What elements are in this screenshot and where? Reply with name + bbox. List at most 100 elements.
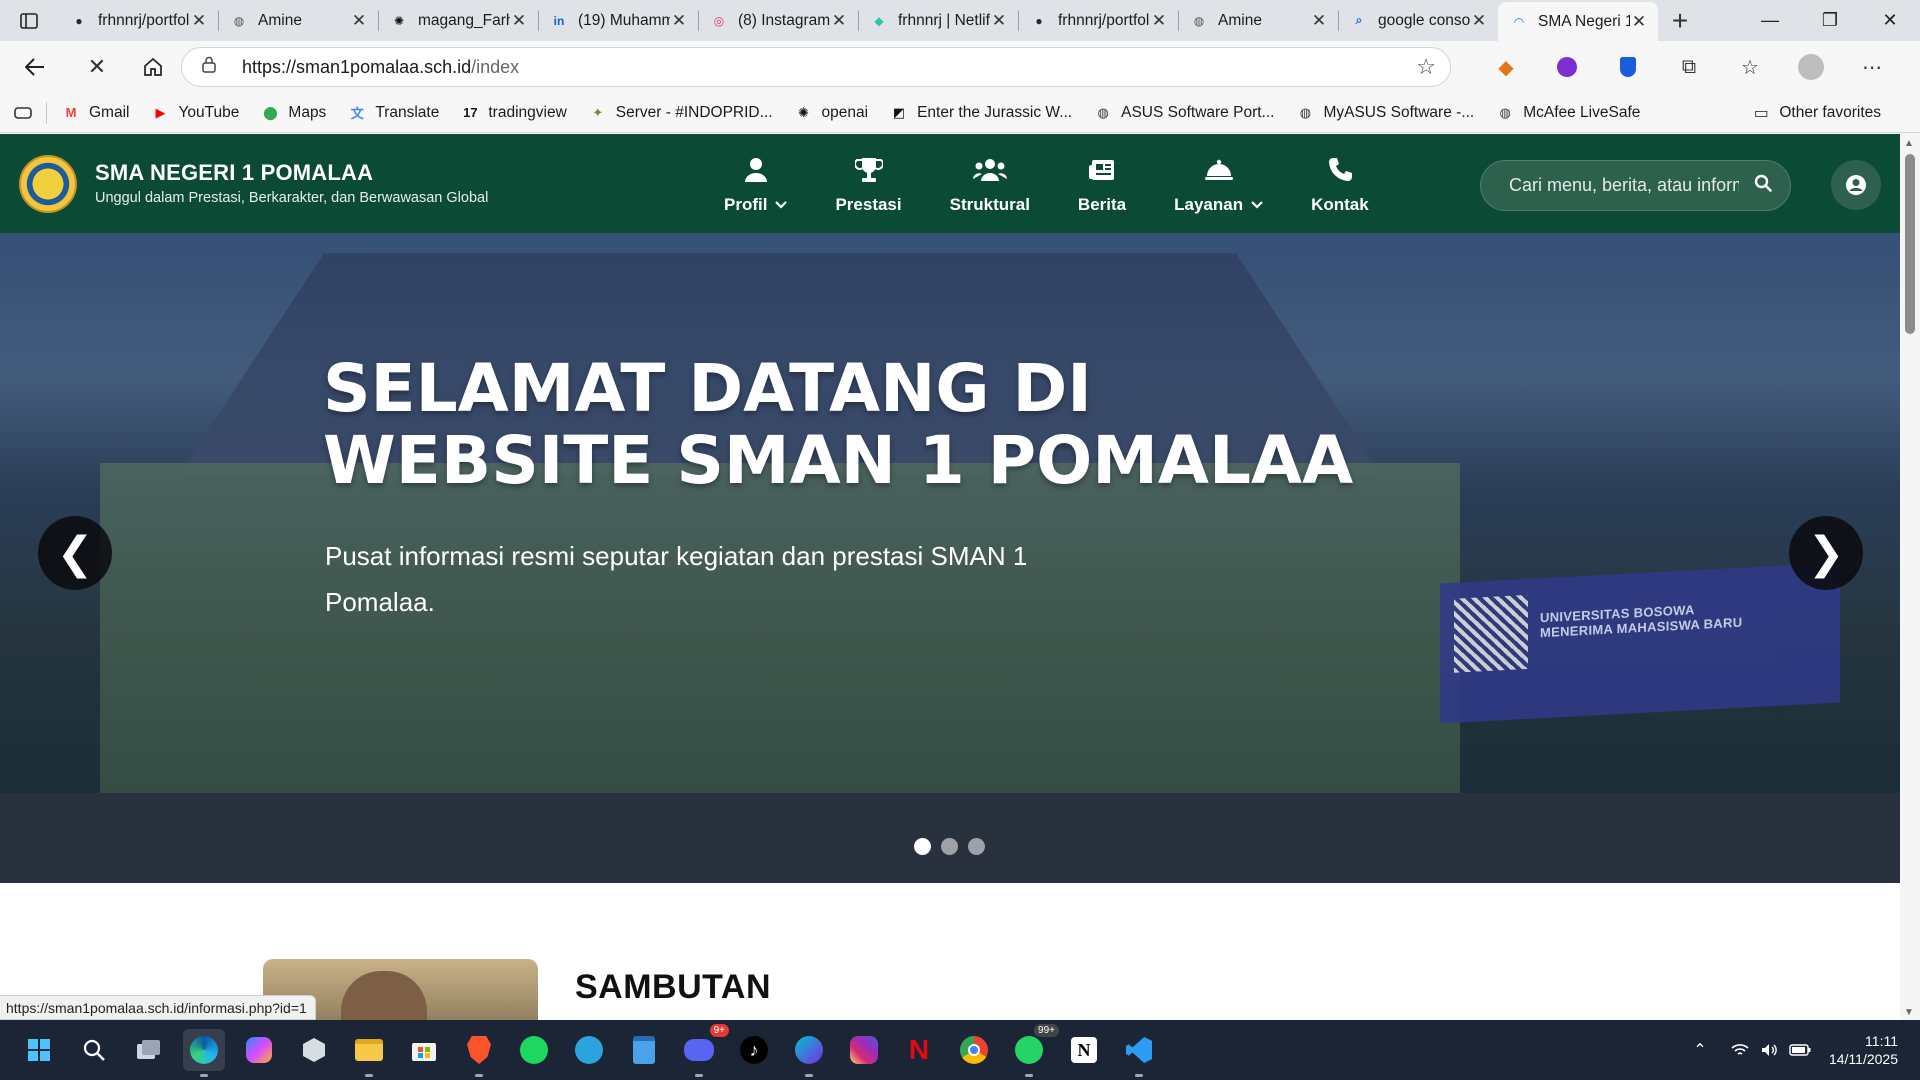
extensions-puzzle-icon[interactable]: ⧉ — [1669, 47, 1709, 87]
tab-close-icon[interactable]: ✕ — [670, 11, 688, 30]
browser-tab[interactable]: ◍ Amine ✕ — [218, 0, 378, 41]
profile-avatar[interactable] — [1791, 47, 1831, 87]
url-text[interactable]: https://sman1pomalaa.sch.id/index — [242, 57, 1416, 78]
other-favorites[interactable]: ▭ Other favorites — [1751, 93, 1881, 133]
tab-close-icon[interactable]: ✕ — [350, 11, 368, 30]
vscode-taskbar-button[interactable] — [1118, 1029, 1160, 1077]
menu-item-kontak[interactable]: Kontak — [1287, 134, 1393, 233]
new-tab-button[interactable]: + — [1658, 0, 1702, 41]
tab-close-icon[interactable]: ✕ — [1150, 11, 1168, 30]
lock-icon[interactable] — [202, 56, 224, 78]
carousel-dot[interactable] — [968, 838, 985, 855]
address-bar[interactable]: https://sman1pomalaa.sch.id/index ☆ — [181, 47, 1451, 87]
unity-taskbar-button[interactable] — [293, 1029, 335, 1071]
battery-icon[interactable] — [1785, 1044, 1815, 1056]
windows-start-taskbar-button[interactable] — [18, 1029, 60, 1071]
carousel-prev-button[interactable]: ❮ — [38, 516, 112, 590]
browser-tab[interactable]: in (19) Muhammad✕ — [538, 0, 698, 41]
account-button[interactable] — [1831, 160, 1881, 210]
bitwarden-icon[interactable] — [1608, 47, 1648, 87]
copilot-taskbar-button[interactable] — [238, 1029, 280, 1071]
wifi-icon[interactable] — [1725, 1043, 1755, 1057]
browser-tab[interactable]: ◠ SMA Negeri 1 ✕ — [1498, 2, 1658, 41]
metamask-icon[interactable]: ◆ — [1486, 47, 1526, 87]
telegram-taskbar-button[interactable] — [568, 1029, 610, 1071]
browser-tab[interactable]: ● frhnnrj/portfolio✕ — [1018, 0, 1178, 41]
copilot-icon[interactable] — [1913, 47, 1920, 87]
menu-item-prestasi[interactable]: Prestasi — [811, 134, 925, 233]
search-icon[interactable] — [1754, 174, 1772, 197]
tiktok-taskbar-button[interactable]: ♪ — [733, 1029, 775, 1071]
edge-taskbar-button[interactable] — [183, 1029, 225, 1077]
browser-tab[interactable]: ⌕ google console✕ — [1338, 0, 1498, 41]
restore-button[interactable]: ❐ — [1800, 0, 1860, 41]
tab-close-icon[interactable]: ✕ — [1630, 12, 1648, 31]
menu-item-profil[interactable]: Profil — [700, 134, 811, 233]
bookmark-item[interactable]: 文 Translate — [347, 104, 440, 122]
minimize-button[interactable]: — — [1740, 0, 1800, 41]
scrollbar-thumb[interactable] — [1905, 154, 1915, 334]
brand-title[interactable]: SMA NEGERI 1 POMALAA — [95, 160, 373, 186]
close-window-button[interactable]: ✕ — [1860, 0, 1920, 41]
scroll-down-icon[interactable]: ▼ — [1904, 1007, 1914, 1018]
bookmark-item[interactable]: M Gmail — [61, 104, 130, 122]
tab-close-icon[interactable]: ✕ — [1310, 11, 1328, 30]
canva-taskbar-button[interactable] — [788, 1029, 830, 1077]
tab-close-icon[interactable]: ✕ — [190, 11, 208, 30]
notion-taskbar-button[interactable]: N — [1063, 1029, 1105, 1071]
favorites-icon[interactable]: ☆ — [1730, 47, 1770, 87]
carousel-dot[interactable] — [941, 838, 958, 855]
bookmark-item[interactable]: ◍ ASUS Software Port... — [1093, 104, 1274, 122]
brave-taskbar-button[interactable] — [458, 1029, 500, 1077]
collections-icon[interactable] — [14, 106, 32, 119]
carousel-next-button[interactable]: ❯ — [1789, 516, 1863, 590]
clock[interactable]: 11:11 14/11/2025 — [1829, 1032, 1898, 1068]
whatsapp-taskbar-button[interactable]: 99+ — [1008, 1023, 1060, 1077]
spotify-taskbar-button[interactable] — [513, 1029, 555, 1071]
tab-close-icon[interactable]: ✕ — [830, 11, 848, 30]
chevron-up-icon[interactable]: ⌃ — [1685, 1040, 1715, 1060]
search-taskbar-button[interactable] — [73, 1029, 115, 1071]
browser-tab[interactable]: ◍ Amine ✕ — [1178, 0, 1338, 41]
netflix-taskbar-button[interactable]: N — [898, 1029, 940, 1071]
volume-icon[interactable] — [1755, 1043, 1785, 1057]
file-explorer-taskbar-button[interactable] — [348, 1029, 390, 1077]
back-button[interactable] — [12, 47, 58, 87]
stop-loading-button[interactable]: ✕ — [74, 47, 120, 87]
bookmark-item[interactable]: 17 tradingview — [460, 104, 567, 122]
carousel-dot[interactable] — [914, 838, 931, 855]
tab-close-icon[interactable]: ✕ — [510, 11, 528, 30]
tab-close-icon[interactable]: ✕ — [1470, 11, 1488, 30]
discord-taskbar-button[interactable]: 9+ — [678, 1023, 730, 1077]
home-button[interactable] — [130, 47, 176, 87]
bookmark-item[interactable]: ▶ YouTube — [150, 104, 239, 122]
tab-actions-icon[interactable] — [0, 0, 58, 41]
site-search-input[interactable] — [1509, 175, 1739, 196]
menu-item-struktural[interactable]: Struktural — [926, 134, 1054, 233]
bookmark-item[interactable]: ◩ Enter the Jurassic W... — [889, 104, 1072, 122]
browser-tab[interactable]: ● frhnnrj/portfolio✕ — [58, 0, 218, 41]
bookmark-item[interactable]: ◍ MyASUS Software -... — [1295, 104, 1474, 122]
bookmark-item[interactable]: ⬤ Maps — [260, 104, 326, 122]
bookmark-item[interactable]: ✺ openai — [794, 104, 868, 122]
scroll-up-icon[interactable]: ▲ — [1904, 138, 1914, 149]
menu-item-berita[interactable]: Berita — [1054, 134, 1150, 233]
favorite-star-icon[interactable]: ☆ — [1416, 54, 1436, 80]
browser-tab[interactable]: ◎ (8) Instagram ✕ — [698, 0, 858, 41]
school-logo[interactable] — [19, 155, 77, 213]
instagram-taskbar-button[interactable] — [843, 1029, 885, 1071]
task-view-taskbar-button[interactable] — [128, 1029, 170, 1071]
menu-item-layanan[interactable]: Layanan — [1150, 134, 1287, 233]
chrome-taskbar-button[interactable] — [953, 1029, 995, 1071]
hero-title: SELAMAT DATANG DI WEBSITE SMAN 1 POMALAA — [323, 353, 1623, 497]
browser-tab[interactable]: ✺ magang_Farhan✕ — [378, 0, 538, 41]
more-menu-icon[interactable]: ⋯ — [1852, 47, 1892, 87]
tab-close-icon[interactable]: ✕ — [990, 11, 1008, 30]
extension-purple-icon[interactable] — [1547, 47, 1587, 87]
browser-tab[interactable]: ◆ frhnnrj | Netlify ✕ — [858, 0, 1018, 41]
microsoft-store-taskbar-button[interactable] — [403, 1029, 445, 1071]
page-scrollbar[interactable]: ▲ ▼ — [1900, 134, 1920, 1020]
notepad-taskbar-button[interactable] — [623, 1029, 665, 1071]
bookmark-item[interactable]: ✦ Server - #INDOPRID... — [588, 104, 772, 122]
bookmark-item[interactable]: ◍ McAfee LiveSafe — [1495, 104, 1641, 122]
